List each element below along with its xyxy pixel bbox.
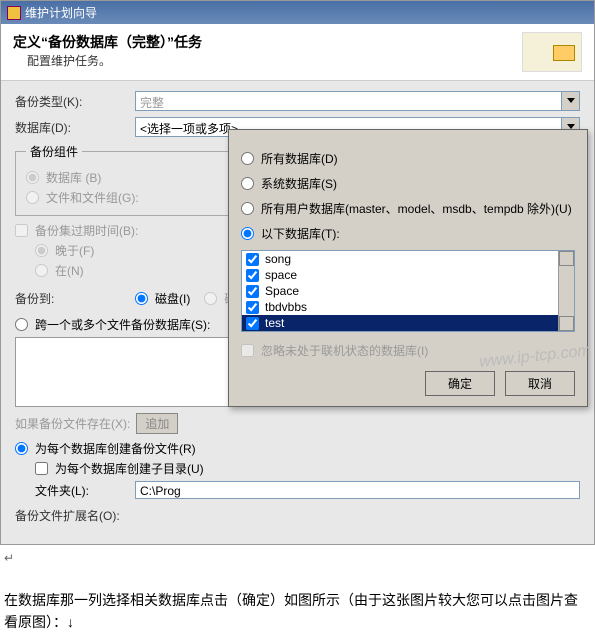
scroll-down-icon[interactable]: [559, 316, 574, 331]
folder-input[interactable]: C:\Prog: [135, 481, 580, 499]
dest-label: 备份到:: [15, 290, 135, 307]
db-check[interactable]: [246, 285, 259, 298]
per-db-file-label: 为每个数据库创建备份文件(R): [35, 440, 196, 457]
cancel-button[interactable]: 取消: [505, 371, 575, 396]
db-check[interactable]: [246, 301, 259, 314]
if-exists-label: 如果备份文件存在(X):: [15, 415, 130, 432]
caption-text: 在数据库那一列选择相关数据库点击（确定）如图所示（由于这张图片较大您可以点击图片…: [0, 571, 595, 642]
span-files-label: 跨一个或多个文件备份数据库(S):: [35, 316, 210, 333]
titlebar[interactable]: 维护计划向导: [1, 1, 594, 24]
opt-user-label: 所有用户数据库(master、model、msdb、tempdb 除外)(U): [261, 200, 572, 217]
databases-label: 数据库(D):: [15, 119, 135, 136]
window-title: 维护计划向导: [25, 4, 97, 21]
list-item[interactable]: song: [265, 252, 291, 266]
scrollbar[interactable]: [558, 251, 574, 331]
component-db-radio: [26, 171, 39, 184]
opt-sys-label: 系统数据库(S): [261, 175, 337, 192]
return-marker: ↵: [0, 545, 595, 571]
expire-after-radio: [35, 244, 48, 257]
list-item[interactable]: test: [265, 316, 284, 330]
dest-disk-label: 磁盘(I): [155, 290, 190, 307]
expire-label: 备份集过期时间(B):: [35, 222, 138, 239]
component-fg-radio: [26, 191, 39, 204]
backup-type-combo: 完整: [135, 91, 580, 111]
span-files-radio[interactable]: [15, 318, 28, 331]
app-icon: [7, 6, 21, 20]
chevron-down-icon: [561, 92, 579, 110]
ok-button[interactable]: 确定: [425, 371, 495, 396]
opt-these-radio[interactable]: [241, 227, 254, 240]
ext-label: 备份文件扩展名(O):: [15, 507, 135, 524]
opt-sys-radio[interactable]: [241, 177, 254, 190]
component-fg-label: 文件和文件组(G):: [46, 189, 139, 206]
wizard-window: 维护计划向导 定义“备份数据库（完整）”任务 配置维护任务。 备份类型(K): …: [0, 0, 595, 545]
per-db-file-radio[interactable]: [15, 442, 28, 455]
dest-disk-radio[interactable]: [135, 292, 148, 305]
opt-all-label: 所有数据库(D): [261, 150, 338, 167]
list-item[interactable]: space: [265, 268, 297, 282]
component-db-label: 数据库 (B): [46, 169, 101, 186]
list-item[interactable]: tbdvbbs: [265, 300, 307, 314]
subdir-checkbox[interactable]: [35, 462, 48, 475]
if-exists-combo: 追加: [136, 413, 178, 434]
page-subtitle: 配置维护任务。: [13, 52, 202, 69]
opt-all-radio[interactable]: [241, 152, 254, 165]
expire-on-label: 在(N): [55, 262, 84, 279]
db-check[interactable]: [246, 253, 259, 266]
ignore-offline-label: 忽略未处于联机状态的数据库(I): [261, 342, 428, 359]
subdir-label: 为每个数据库创建子目录(U): [55, 460, 204, 477]
header: 定义“备份数据库（完整）”任务 配置维护任务。: [1, 24, 594, 81]
backup-type-value: 完整: [136, 92, 561, 110]
expire-on-radio: [35, 264, 48, 277]
header-illustration: [522, 32, 582, 72]
expire-checkbox: [15, 224, 28, 237]
body: 备份类型(K): 完整 数据库(D): <选择一项或多项> 备份组件 数据库 (…: [1, 81, 594, 544]
database-listbox[interactable]: song space Space tbdvbbs test: [241, 250, 575, 332]
db-check[interactable]: [246, 317, 259, 330]
database-dropdown-panel: 所有数据库(D) 系统数据库(S) 所有用户数据库(master、model、m…: [228, 129, 588, 407]
list-item[interactable]: Space: [265, 284, 299, 298]
opt-user-radio[interactable]: [241, 202, 254, 215]
expire-after-label: 晚于(F): [55, 242, 94, 259]
scroll-up-icon[interactable]: [559, 251, 574, 266]
folder-label: 文件夹(L):: [35, 482, 135, 499]
component-legend: 备份组件: [26, 143, 82, 160]
backup-type-label: 备份类型(K):: [15, 93, 135, 110]
opt-these-label: 以下数据库(T):: [261, 225, 340, 242]
ignore-offline-checkbox: [241, 344, 254, 357]
db-check[interactable]: [246, 269, 259, 282]
dest-tape-radio: [204, 292, 217, 305]
page-title: 定义“备份数据库（完整）”任务: [13, 32, 202, 52]
